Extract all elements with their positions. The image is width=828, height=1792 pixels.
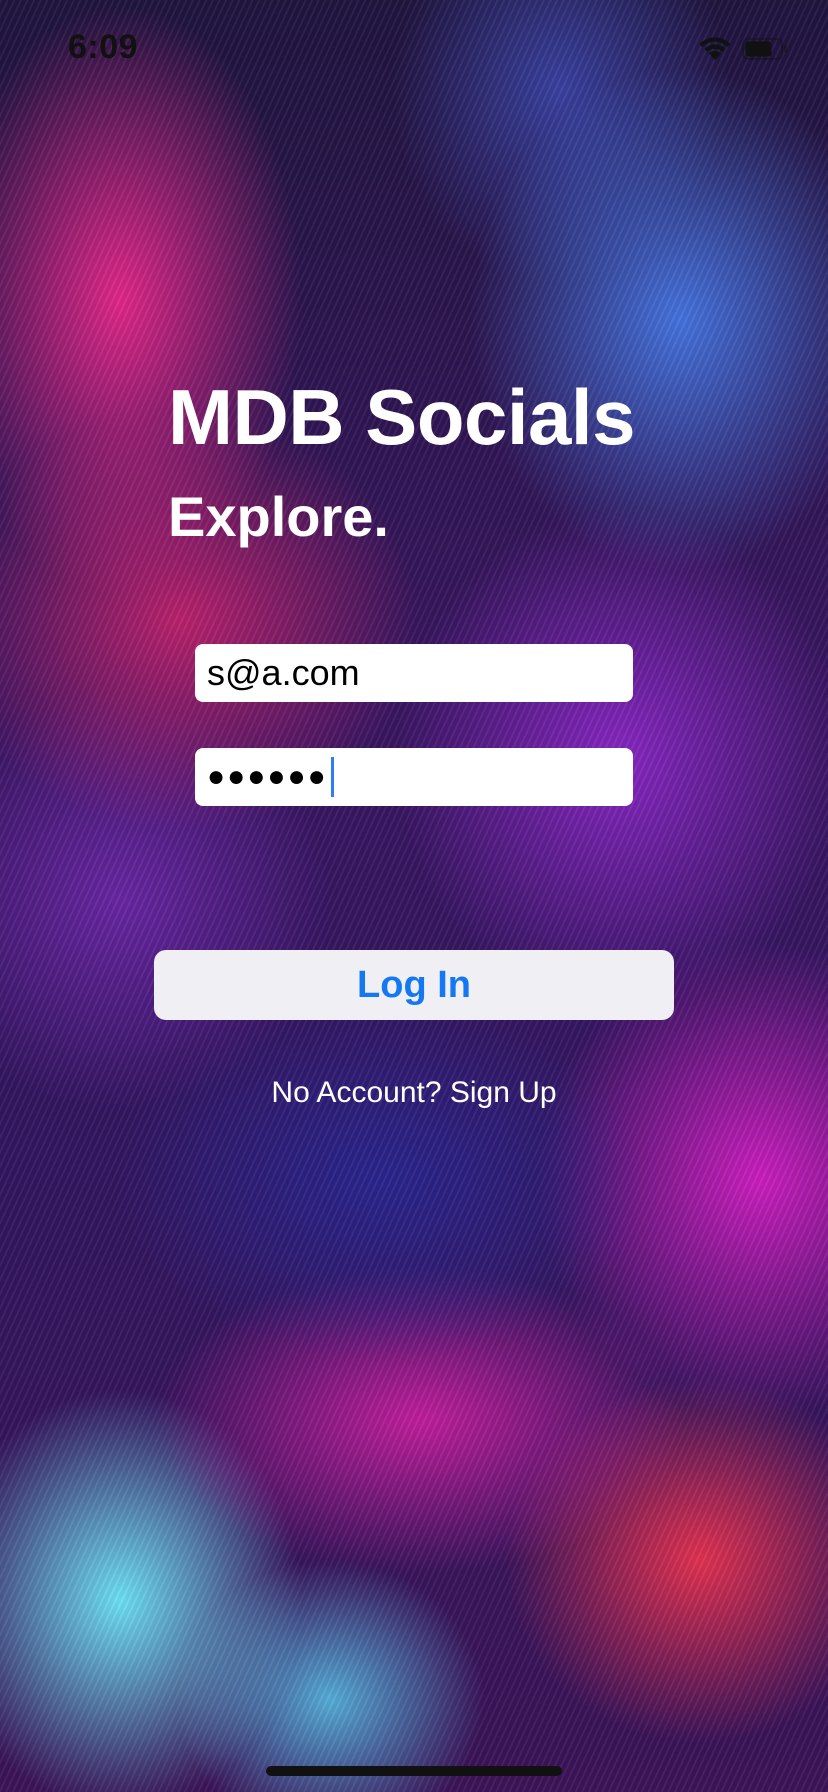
app-subtitle: Explore. <box>168 485 389 548</box>
email-value: s@a.com <box>207 652 360 693</box>
password-field[interactable]: ●●●●●● <box>195 748 633 806</box>
status-time: 6:09 <box>68 28 139 66</box>
email-field[interactable]: s@a.com <box>195 644 633 702</box>
home-indicator <box>266 1766 562 1776</box>
background-image <box>0 0 828 1792</box>
wifi-icon <box>699 37 731 60</box>
signup-link[interactable]: No Account? Sign Up <box>0 1076 828 1110</box>
status-bar: 6:09 <box>0 0 828 100</box>
login-button[interactable]: Log In <box>154 950 674 1020</box>
text-cursor <box>330 757 334 797</box>
app-title: MDB Socials <box>168 373 635 461</box>
password-value: ●●●●●● <box>207 760 328 793</box>
battery-icon <box>742 38 787 60</box>
